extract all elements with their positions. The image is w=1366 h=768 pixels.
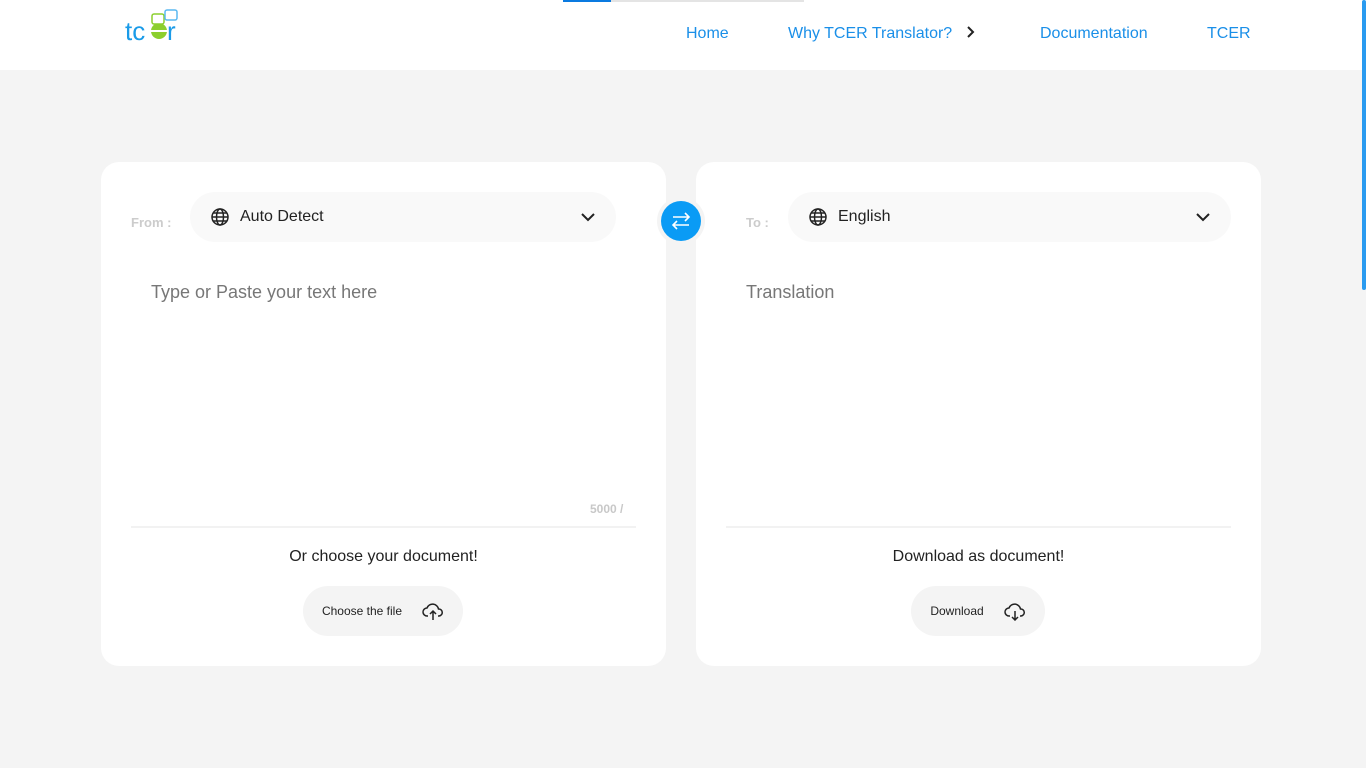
source-language-select[interactable]: Auto Detect: [190, 192, 616, 242]
download-prompt: Download as document!: [892, 548, 1065, 565]
source-language-value: Auto Detect: [240, 208, 324, 225]
tcer-logo[interactable]: tc r: [125, 8, 181, 44]
target-language-select[interactable]: English: [788, 192, 1231, 242]
chevron-down-icon: [581, 213, 595, 222]
cloud-download-icon: [1003, 603, 1025, 621]
chevron-down-icon: [1196, 213, 1210, 222]
swap-arrows-icon: [671, 212, 691, 230]
page-scrollbar[interactable]: [1362, 0, 1366, 290]
to-label: To :: [746, 215, 769, 230]
source-divider: [131, 526, 636, 528]
download-label: Download: [930, 604, 984, 618]
loading-progress-bar: [563, 0, 804, 2]
chevron-right-icon: [966, 26, 975, 38]
globe-icon: [211, 208, 229, 226]
nav-why-label: Why TCER Translator?: [788, 25, 953, 42]
globe-icon: [809, 208, 827, 226]
target-language-value: English: [838, 208, 891, 225]
nav-why-tcer[interactable]: Why TCER Translator?: [788, 25, 977, 43]
header: tc r Home Why TCER Translator? Documenta…: [0, 0, 1366, 70]
target-divider: [726, 526, 1231, 528]
download-button[interactable]: Download: [911, 586, 1045, 636]
translation-output: Translation: [746, 282, 835, 302]
nav-tcer[interactable]: TCER: [1207, 25, 1251, 43]
svg-text:tc: tc: [125, 16, 145, 44]
nav-documentation[interactable]: Documentation: [1040, 25, 1148, 43]
source-text-input[interactable]: Type or Paste your text here: [151, 282, 377, 303]
char-counter: 5000 /: [590, 502, 624, 516]
choose-file-button[interactable]: Choose the file: [303, 586, 463, 636]
choose-doc-prompt: Or choose your document!: [289, 548, 478, 565]
swap-languages-button[interactable]: [657, 197, 705, 245]
from-label: From :: [131, 215, 172, 230]
choose-file-label: Choose the file: [321, 604, 403, 618]
cloud-upload-icon: [422, 603, 444, 620]
nav-home[interactable]: Home: [686, 25, 729, 43]
